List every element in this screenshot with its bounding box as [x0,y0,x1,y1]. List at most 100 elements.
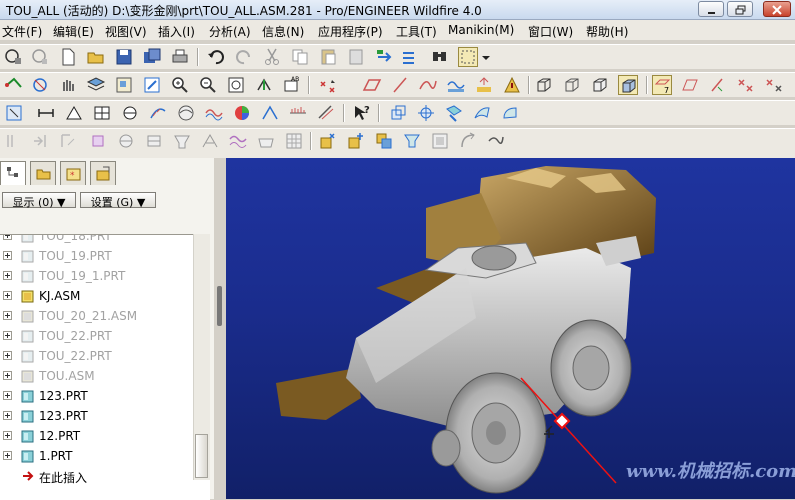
surface-analysis-icon[interactable] [176,103,196,123]
panel-splitter[interactable] [214,158,226,499]
orient-mode-icon[interactable] [58,75,78,95]
tree-item[interactable]: TOU_20_21.ASM [0,306,200,326]
mirror-icon[interactable] [4,131,24,151]
expand-toggle-icon[interactable] [3,391,12,400]
session-icon[interactable] [4,47,24,67]
component-interface-icon[interactable] [430,131,450,151]
create-component-icon[interactable] [346,131,366,151]
disconnect-icon[interactable] [30,47,50,67]
copy-icon[interactable] [290,47,310,67]
curve-icon[interactable] [418,75,438,95]
merge-icon[interactable] [30,131,50,151]
explode-icon[interactable] [402,131,422,151]
selection-filter-icon[interactable] [458,47,478,67]
tree-item[interactable]: TOU_22.PRT [0,326,200,346]
hidden-line-icon[interactable] [562,75,582,95]
menu-info[interactable]: 信息(N) [262,23,304,40]
section-analysis-icon[interactable] [288,103,308,123]
tree-item[interactable]: TOU.ASM [0,366,200,386]
point-icon[interactable] [474,75,494,95]
deviation-icon[interactable] [204,103,224,123]
datum-display-icon[interactable] [4,75,24,95]
menu-window[interactable]: 窗口(W) [528,23,573,40]
component-icon[interactable] [416,103,436,123]
menu-edit[interactable]: 编辑(E) [53,23,94,40]
save-icon[interactable] [114,47,134,67]
surface-icon[interactable] [472,103,492,123]
layers-icon[interactable] [86,75,106,95]
extend-icon[interactable] [88,131,108,151]
flex-icon[interactable] [458,131,478,151]
expand-toggle-icon[interactable] [3,411,12,420]
tab-connections[interactable] [90,161,116,185]
expand-toggle-icon[interactable] [3,351,12,360]
whats-this-icon[interactable]: ? [352,103,372,123]
curvature-icon[interactable] [260,103,280,123]
expand-toggle-icon[interactable] [3,291,12,300]
settings-dropdown[interactable]: 设置 (G) ▼ [80,192,156,209]
show-dropdown[interactable]: 显示 (0) ▼ [2,192,76,209]
datum-planes-icon[interactable] [318,75,338,95]
paste-special-icon[interactable] [346,47,366,67]
tree-item[interactable]: KJ.ASM [0,286,200,306]
wireframe-icon[interactable] [534,75,554,95]
expand-toggle-icon[interactable] [3,431,12,440]
tree-item[interactable]: TOU_19_1.PRT [0,266,200,286]
measure-angle-icon[interactable] [64,103,84,123]
point-display-icon[interactable] [708,75,728,95]
menu-help[interactable]: 帮助(H) [586,23,628,40]
plane-icon[interactable] [362,75,382,95]
repaint-icon[interactable] [142,75,162,95]
menu-insert[interactable]: 插入(I) [158,23,195,40]
graphics-window[interactable]: www.机械招标.com [226,158,795,499]
style-icon[interactable] [500,103,520,123]
tab-model-tree[interactable] [0,161,26,185]
view-manager-icon[interactable] [114,75,134,95]
thicken-icon[interactable] [144,131,164,151]
tree-item[interactable]: TOU_18.PRT [0,235,200,246]
csys-display-icon[interactable] [736,75,756,95]
close-button[interactable] [763,1,791,17]
saved-views-icon[interactable]: AB [282,75,302,95]
scrollbar-thumb[interactable] [195,434,208,478]
assembly-add-icon[interactable] [318,131,338,151]
shading-icon[interactable] [618,75,638,95]
regenerate-icon[interactable] [374,47,394,67]
expand-toggle-icon[interactable] [3,235,12,240]
pattern-icon[interactable] [284,131,304,151]
cut-icon[interactable] [262,47,282,67]
model-tree-icon[interactable] [4,103,24,123]
expand-toggle-icon[interactable] [3,371,12,380]
menu-applications[interactable]: 应用程序(P) [318,23,383,40]
tree-item[interactable]: TOU_19.PRT [0,246,200,266]
intersect-icon[interactable] [200,131,220,151]
tree-item[interactable]: 12.PRT [0,426,200,446]
menu-analysis[interactable]: 分析(A) [209,23,251,40]
restore-button[interactable] [727,1,753,17]
new-file-icon[interactable] [58,47,78,67]
spin-center-icon[interactable] [30,75,50,95]
open-folder-icon[interactable] [86,47,106,67]
package-icon[interactable] [374,131,394,151]
measure-area-icon[interactable] [92,103,112,123]
offset-analysis-icon[interactable] [316,103,336,123]
solidify-icon[interactable] [172,131,192,151]
tree-scrollbar[interactable] [193,234,210,480]
minimize-button[interactable] [698,1,724,17]
menu-tools[interactable]: 工具(T) [396,23,437,40]
print-icon[interactable] [170,47,190,67]
expand-toggle-icon[interactable] [3,451,12,460]
wrap-icon[interactable] [256,131,276,151]
menu-manikin[interactable]: Manikin(M) [448,23,514,37]
datum-plane-display-icon[interactable]: 7 [652,75,672,95]
zoom-out-icon[interactable] [198,75,218,95]
reorient-icon[interactable] [254,75,274,95]
regen-manager-icon[interactable] [400,47,420,67]
axis-icon[interactable] [390,75,410,95]
project-icon[interactable] [228,131,248,151]
refit-icon[interactable] [226,75,246,95]
tab-favorites[interactable]: * [60,161,86,185]
sketch-icon[interactable] [446,75,466,95]
expand-toggle-icon[interactable] [3,331,12,340]
measure-distance-icon[interactable] [36,103,56,123]
